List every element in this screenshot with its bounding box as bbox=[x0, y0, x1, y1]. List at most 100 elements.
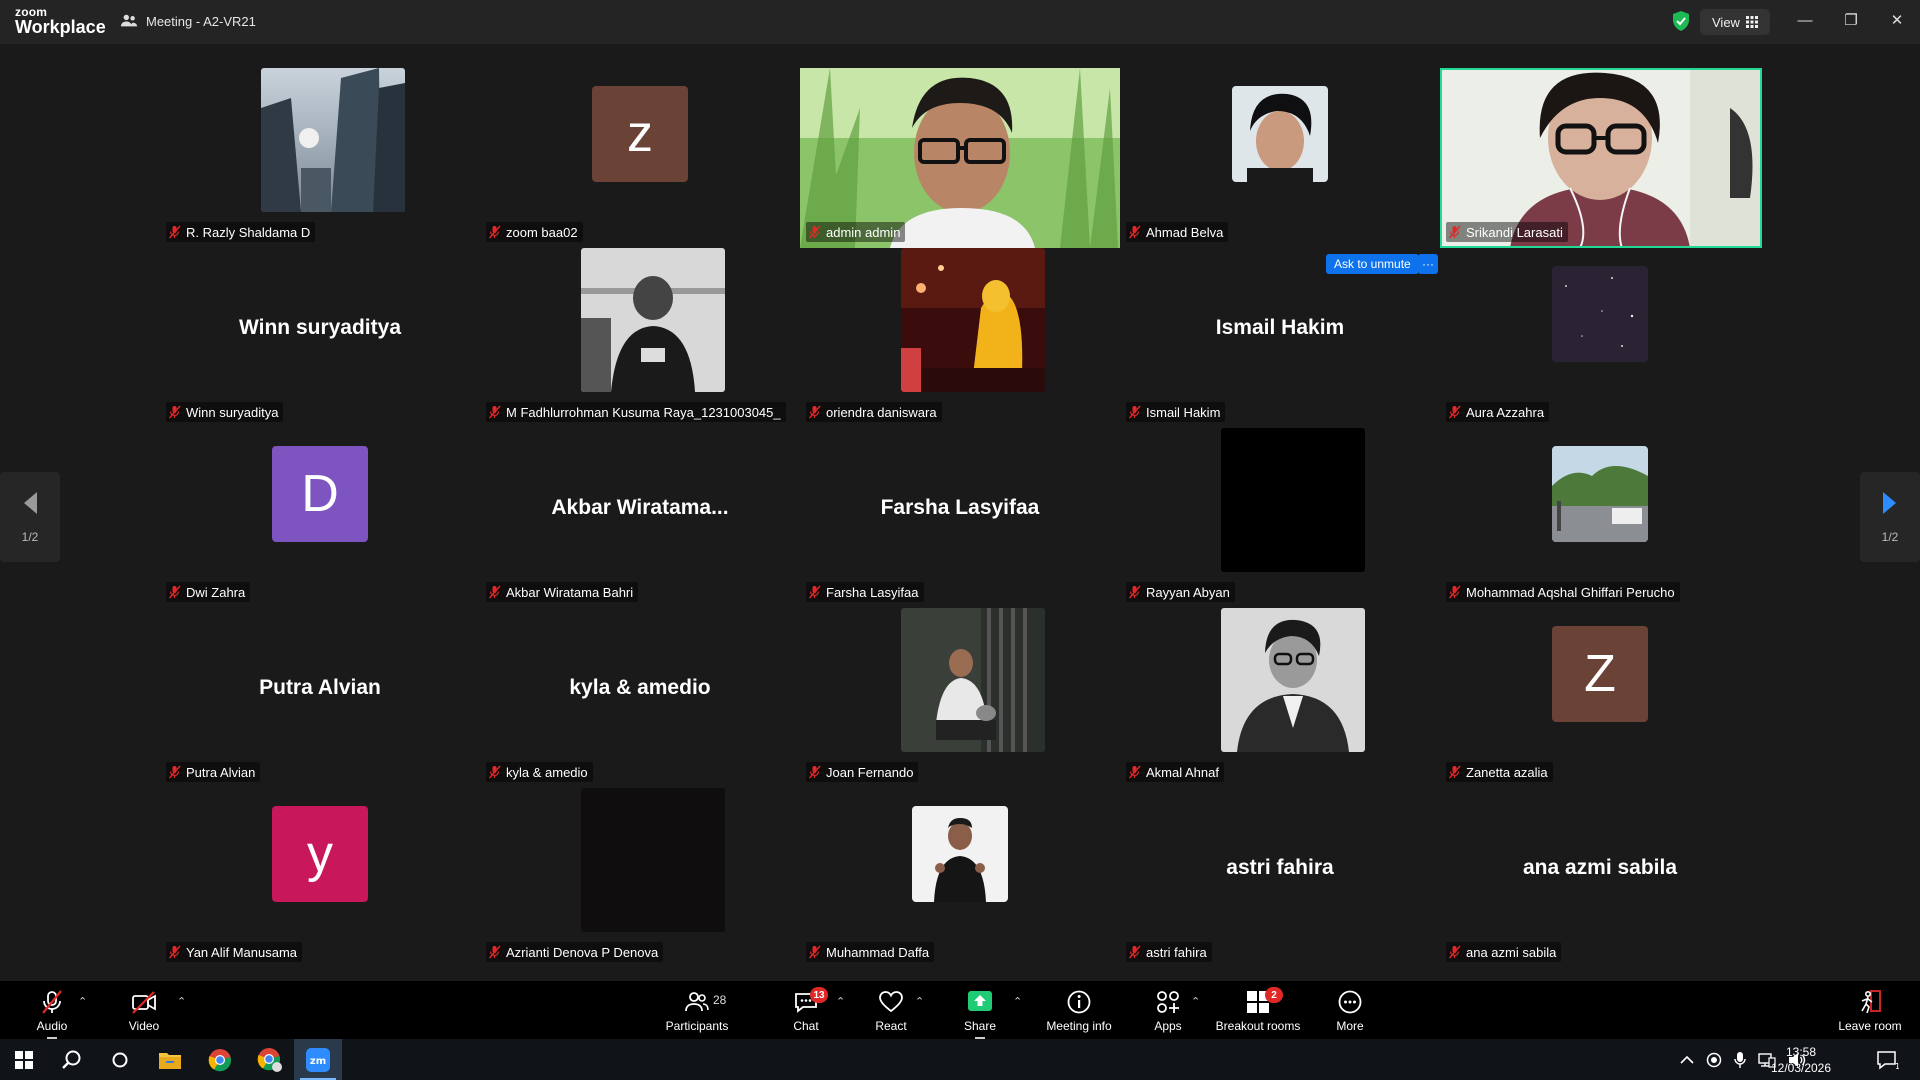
audio-options-caret[interactable]: ⌃ bbox=[78, 995, 87, 1008]
mic-muted-icon bbox=[1128, 225, 1141, 239]
search-icon[interactable] bbox=[48, 1039, 96, 1080]
participant-name-label: Joan Fernando bbox=[806, 762, 919, 782]
previous-page-button[interactable]: 1/2 bbox=[0, 472, 60, 562]
restore-icon[interactable]: ❐ bbox=[1828, 0, 1874, 40]
task-view-icon[interactable] bbox=[96, 1039, 144, 1080]
chat-unread-badge: 13 bbox=[810, 987, 828, 1003]
apps-options-caret[interactable]: ⌃ bbox=[1191, 995, 1200, 1008]
windows-start-icon[interactable] bbox=[0, 1039, 48, 1080]
participant-tile[interactable]: z zoom baa02 bbox=[480, 64, 800, 244]
video-options-caret[interactable]: ⌃ bbox=[177, 995, 186, 1008]
participant-tile[interactable]: Azrianti Denova P Denova bbox=[480, 784, 800, 964]
breakout-badge: 2 bbox=[1265, 987, 1283, 1003]
mic-muted-icon bbox=[1448, 945, 1461, 959]
zoom-taskbar-icon[interactable]: zm bbox=[294, 1039, 342, 1080]
participant-tile[interactable]: Srikandi Larasati bbox=[1440, 64, 1762, 248]
participant-tile[interactable]: astri fahira astri fahira bbox=[1120, 784, 1440, 964]
system-clock[interactable]: 13:58 12/03/2026 bbox=[1766, 1044, 1836, 1076]
participant-tile[interactable]: Winn suryaditya Winn suryaditya bbox=[160, 244, 480, 424]
participant-tile[interactable]: admin admin bbox=[800, 64, 1120, 248]
participant-tile[interactable]: ana azmi sabila ana azmi sabila bbox=[1440, 784, 1760, 964]
chrome-profile-icon[interactable] bbox=[246, 1039, 294, 1080]
participant-tile[interactable]: Z Zanetta azalia bbox=[1440, 604, 1760, 784]
file-explorer-icon[interactable] bbox=[146, 1039, 194, 1080]
participant-name: Ismail Hakim bbox=[1146, 404, 1221, 420]
shield-check-icon[interactable] bbox=[1670, 10, 1692, 32]
chrome-icon[interactable] bbox=[196, 1039, 244, 1080]
avatar bbox=[1552, 266, 1648, 362]
breakout-rooms-button[interactable]: Breakout rooms bbox=[1214, 981, 1302, 1039]
video-feed bbox=[800, 68, 1120, 248]
avatar: z bbox=[592, 86, 688, 182]
audio-button[interactable]: Audio bbox=[30, 981, 74, 1039]
avatar: D bbox=[272, 446, 368, 542]
next-page-button[interactable]: 1/2 bbox=[1860, 472, 1920, 562]
meeting-title[interactable]: Meeting - A2-VR21 bbox=[120, 12, 256, 30]
mic-muted-icon bbox=[488, 225, 501, 239]
participant-tile[interactable]: Akmal Ahnaf bbox=[1120, 604, 1440, 784]
share-options-caret[interactable]: ⌃ bbox=[1013, 995, 1022, 1008]
participant-name: Mohammad Aqshal Ghiffari Perucho bbox=[1466, 584, 1675, 600]
participant-tile[interactable]: oriendra daniswara bbox=[800, 244, 1120, 424]
participant-tile[interactable]: Farsha Lasyifaa Farsha Lasyifaa bbox=[800, 424, 1120, 604]
participant-name: Putra Alvian bbox=[186, 764, 256, 780]
notifications-icon[interactable]: 1 bbox=[1868, 1039, 1908, 1080]
close-icon[interactable]: ✕ bbox=[1874, 0, 1920, 40]
participant-display-name: Ismail Hakim bbox=[1215, 316, 1345, 339]
leave-room-button[interactable]: Leave room bbox=[1838, 981, 1902, 1039]
participants-button[interactable]: Participants bbox=[664, 981, 730, 1039]
mic-muted-icon bbox=[808, 945, 821, 959]
participant-name: Yan Alif Manusama bbox=[186, 944, 298, 960]
avatar bbox=[1221, 428, 1365, 572]
participant-tile[interactable]: kyla & amedio kyla & amedio bbox=[480, 604, 800, 784]
participant-tile[interactable]: M Fadhlurrohman Kusuma Raya_1231003045_ bbox=[480, 244, 800, 424]
chat-options-caret[interactable]: ⌃ bbox=[836, 995, 845, 1008]
participant-tile[interactable]: Rayyan Abyan bbox=[1120, 424, 1440, 604]
participant-name-label: Aura Azzahra bbox=[1446, 402, 1550, 422]
meeting-info-button[interactable]: Meeting info bbox=[1042, 981, 1116, 1039]
participant-tile[interactable]: D Dwi Zahra bbox=[160, 424, 480, 604]
participant-name: Winn suryaditya bbox=[186, 404, 279, 420]
title-bar: zoom Workplace Meeting - A2-VR21 View — … bbox=[0, 0, 1920, 44]
participant-tile[interactable]: Aura Azzahra bbox=[1440, 244, 1760, 424]
react-button[interactable]: React bbox=[871, 981, 911, 1039]
leave-icon bbox=[1861, 990, 1881, 1014]
share-button[interactable]: Share bbox=[960, 981, 1000, 1039]
participant-name-label: Farsha Lasyifaa bbox=[806, 582, 924, 602]
participant-tile[interactable]: Mohammad Aqshal Ghiffari Perucho bbox=[1440, 424, 1760, 604]
participant-tile[interactable]: Putra Alvian Putra Alvian bbox=[160, 604, 480, 784]
minimize-icon[interactable]: — bbox=[1782, 0, 1828, 40]
arrow-left-icon bbox=[24, 492, 37, 514]
participant-tile[interactable]: y Yan Alif Manusama bbox=[160, 784, 480, 964]
avatar bbox=[912, 806, 1008, 902]
mic-muted-icon bbox=[168, 765, 181, 779]
grid-icon bbox=[1745, 16, 1758, 28]
react-options-caret[interactable]: ⌃ bbox=[915, 995, 924, 1008]
avatar bbox=[581, 788, 725, 932]
participant-name: ana azmi sabila bbox=[1466, 944, 1557, 960]
window-controls: — ❐ ✕ bbox=[1782, 0, 1920, 40]
record-icon[interactable] bbox=[1706, 1052, 1722, 1068]
view-button[interactable]: View bbox=[1700, 9, 1770, 35]
more-button[interactable]: More bbox=[1330, 981, 1370, 1039]
participant-tile[interactable]: R. Razly Shaldama D bbox=[160, 64, 480, 244]
chevron-up-icon[interactable] bbox=[1680, 1055, 1694, 1065]
mic-muted-icon bbox=[168, 585, 181, 599]
participant-tile[interactable]: Akbar Wiratama... Akbar Wiratama Bahri bbox=[480, 424, 800, 604]
participant-tile[interactable]: Muhammad Daffa bbox=[800, 784, 1120, 964]
ask-to-unmute-button[interactable]: Ask to unmute bbox=[1326, 254, 1419, 274]
apps-button[interactable]: Apps bbox=[1148, 981, 1188, 1039]
mic-muted-icon bbox=[1128, 405, 1141, 419]
avatar bbox=[901, 608, 1045, 752]
participant-name-label: M Fadhlurrohman Kusuma Raya_1231003045_ bbox=[486, 402, 786, 422]
participant-tile[interactable]: Joan Fernando bbox=[800, 604, 1120, 784]
video-gallery: R. Razly Shaldama D z zoom baa02 admin admi… bbox=[160, 64, 1762, 974]
microphone-icon[interactable] bbox=[1734, 1051, 1746, 1069]
participant-display-name: ana azmi sabila bbox=[1522, 856, 1678, 879]
video-button[interactable]: Video bbox=[122, 981, 166, 1039]
share-screen-icon bbox=[968, 991, 992, 1011]
mic-muted-icon bbox=[808, 225, 821, 239]
participant-tile[interactable]: Ahmad Belva bbox=[1120, 64, 1440, 244]
more-options-button[interactable]: ··· bbox=[1418, 254, 1438, 274]
mic-muted-icon bbox=[808, 585, 821, 599]
